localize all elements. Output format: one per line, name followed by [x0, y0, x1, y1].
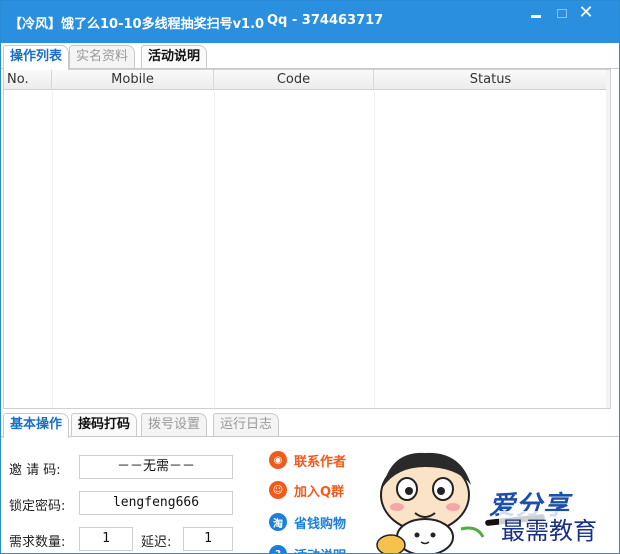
delay-label: 延迟:	[141, 535, 172, 550]
tab-dialup-settings[interactable]: 拨号设置	[141, 413, 208, 437]
taobao-icon: 淘	[269, 513, 287, 531]
maximize-icon	[557, 9, 567, 18]
activity-info-link[interactable]: ? 活动说明	[269, 543, 346, 554]
quantity-input[interactable]: 1	[79, 527, 133, 551]
tab-sms-captcha[interactable]: 接码打码	[71, 413, 138, 437]
save-money-shopping-label: 省钱购物	[294, 516, 347, 532]
vertical-scrollbar[interactable]	[606, 70, 610, 408]
group-icon: ☺	[269, 481, 287, 499]
basic-operation-panel: 邀 请 码: －－无需－－ 锁定密码: lengfeng666 需求数量: 1 …	[3, 437, 611, 554]
minimize-button[interactable]	[523, 1, 549, 27]
invite-code-label: 邀 请 码:	[9, 463, 61, 478]
column-header-no[interactable]: No.	[4, 70, 52, 90]
column-header-mobile[interactable]: Mobile	[52, 70, 214, 90]
title-bar[interactable]: 【冷风】饿了么10-10多线程抽奖扫号v1.0 Qq - 374463717 ✕	[1, 1, 619, 43]
info-icon: ?	[269, 545, 287, 553]
activity-info-label: 活动说明	[294, 545, 346, 554]
save-money-shopping-link[interactable]: 淘 省钱购物	[269, 511, 346, 533]
result-grid[interactable]: No. Mobile Code Status	[3, 69, 611, 409]
watermark-text: 最需教育	[499, 511, 599, 546]
column-header-status[interactable]: Status	[374, 70, 608, 90]
column-divider	[214, 91, 215, 408]
join-group-link[interactable]: ☺ 加入Q群	[269, 479, 344, 501]
grid-body[interactable]	[4, 91, 608, 408]
column-header-code[interactable]: Code	[214, 70, 374, 90]
close-button[interactable]: ✕	[573, 1, 599, 27]
lock-password-label: 锁定密码:	[9, 499, 66, 514]
contact-author-label: 联系作者	[294, 454, 347, 470]
tab-activity-info[interactable]: 活动说明	[141, 45, 208, 69]
contact-author-link[interactable]: ◉ 联系作者	[269, 449, 346, 471]
tab-basic-operation[interactable]: 基本操作	[3, 413, 70, 438]
column-divider	[374, 91, 375, 408]
invite-code-input[interactable]: －－无需－－	[79, 455, 233, 479]
grid-header: No. Mobile Code Status	[4, 70, 608, 90]
minimize-icon	[531, 15, 541, 18]
delay-input[interactable]: 1	[183, 527, 233, 551]
join-group-label: 加入Q群	[294, 484, 345, 500]
lock-password-input[interactable]: lengfeng666	[79, 491, 233, 515]
app-window: 【冷风】饿了么10-10多线程抽奖扫号v1.0 Qq - 374463717 ✕…	[0, 0, 620, 554]
tab-run-log[interactable]: 运行日志	[213, 413, 280, 437]
window-title: 【冷风】饿了么10-10多线程抽奖扫号v1.0	[9, 17, 265, 32]
quantity-label: 需求数量:	[9, 535, 66, 550]
mascot-illustration	[376, 452, 485, 553]
contact-qq: Qq - 374463717	[267, 13, 384, 28]
tab-operation-list[interactable]: 操作列表	[3, 45, 70, 70]
tab-real-name-info[interactable]: 实名资料	[69, 45, 136, 69]
column-divider	[52, 91, 53, 408]
maximize-button[interactable]	[549, 1, 575, 27]
qq-icon: ◉	[269, 451, 287, 469]
